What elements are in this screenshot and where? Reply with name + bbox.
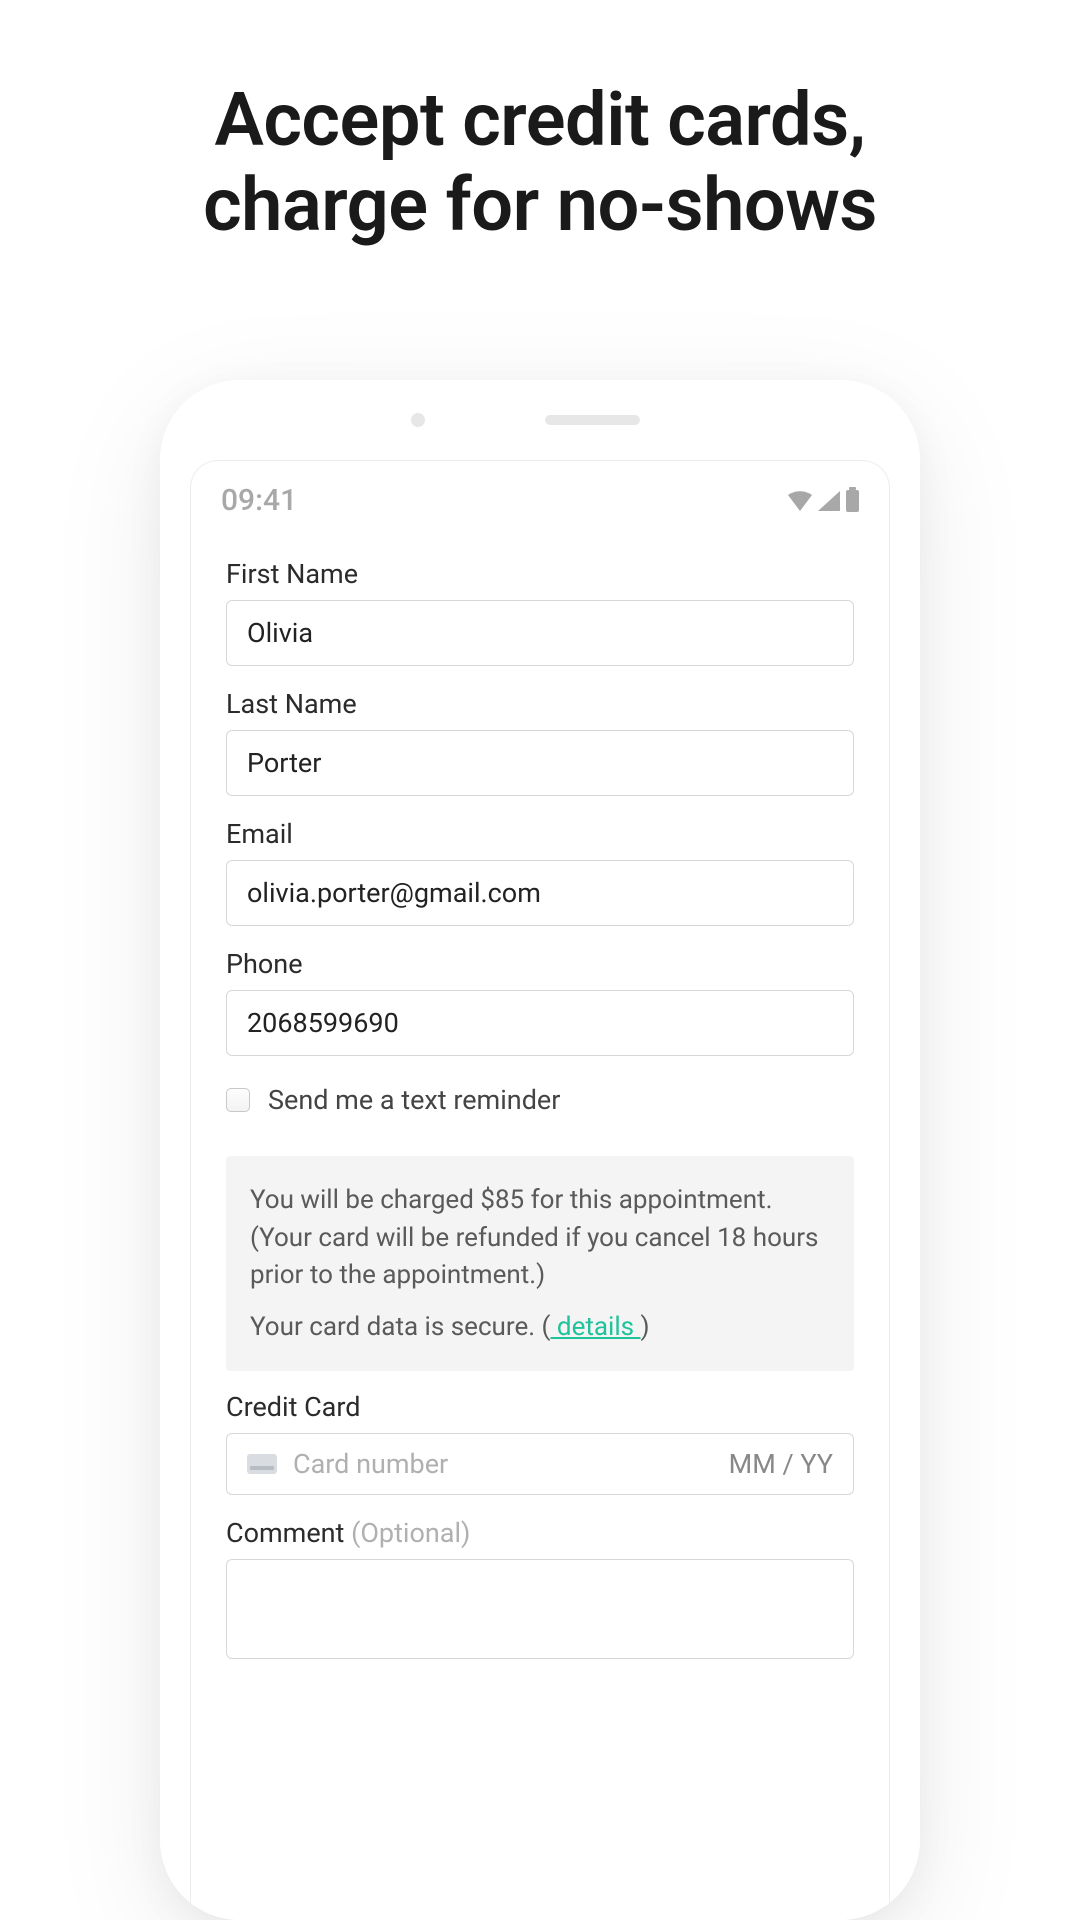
email-label: Email bbox=[226, 818, 854, 850]
secure-text-suffix: ) bbox=[641, 1312, 650, 1342]
cell-signal-icon bbox=[818, 491, 840, 511]
phone-hardware-top bbox=[160, 380, 920, 460]
card-expiry-placeholder[interactable]: MM / YY bbox=[729, 1448, 833, 1480]
battery-icon bbox=[846, 490, 859, 512]
credit-card-input-row[interactable]: MM / YY bbox=[226, 1433, 854, 1495]
comment-field: Comment (Optional) bbox=[226, 1517, 854, 1659]
comment-label-text: Comment bbox=[226, 1517, 351, 1549]
phone-speaker-slot bbox=[545, 415, 640, 425]
headline-line-2: charge for no-shows bbox=[0, 163, 1080, 248]
wifi-icon bbox=[788, 491, 812, 511]
first-name-field: First Name bbox=[226, 558, 854, 666]
booking-form: First Name Last Name Email Phone Send me… bbox=[191, 528, 889, 1659]
credit-card-label: Credit Card bbox=[226, 1391, 854, 1423]
text-reminder-row[interactable]: Send me a text reminder bbox=[226, 1084, 854, 1116]
last-name-input[interactable] bbox=[226, 730, 854, 796]
card-icon bbox=[247, 1454, 277, 1474]
email-input[interactable] bbox=[226, 860, 854, 926]
text-reminder-checkbox[interactable] bbox=[226, 1088, 250, 1112]
secure-text-prefix: Your card data is secure. ( bbox=[250, 1312, 550, 1342]
headline-line-1: Accept credit cards, bbox=[0, 78, 1080, 163]
status-icons bbox=[788, 490, 859, 512]
text-reminder-label: Send me a text reminder bbox=[268, 1084, 560, 1116]
phone-field: Phone bbox=[226, 948, 854, 1056]
phone-input[interactable] bbox=[226, 990, 854, 1056]
credit-card-field: Credit Card MM / YY bbox=[226, 1391, 854, 1495]
phone-label: Phone bbox=[226, 948, 854, 980]
payment-info-box: You will be charged $85 for this appoint… bbox=[226, 1156, 854, 1371]
comment-label: Comment (Optional) bbox=[226, 1517, 854, 1549]
card-number-input[interactable] bbox=[293, 1448, 713, 1480]
phone-camera-dot bbox=[411, 413, 425, 427]
phone-screen: 09:41 First Name Last Name E bbox=[190, 460, 890, 1920]
first-name-label: First Name bbox=[226, 558, 854, 590]
phone-mockup: 09:41 First Name Last Name E bbox=[160, 380, 920, 1920]
last-name-label: Last Name bbox=[226, 688, 854, 720]
last-name-field: Last Name bbox=[226, 688, 854, 796]
status-bar: 09:41 bbox=[191, 461, 889, 528]
comment-input[interactable] bbox=[226, 1559, 854, 1659]
status-time: 09:41 bbox=[221, 483, 297, 518]
details-link[interactable]: details bbox=[550, 1312, 640, 1342]
comment-optional-text: (Optional) bbox=[351, 1517, 470, 1549]
email-field: Email bbox=[226, 818, 854, 926]
first-name-input[interactable] bbox=[226, 600, 854, 666]
marketing-headline: Accept credit cards, charge for no-shows bbox=[0, 0, 1080, 248]
payment-info-line-1: You will be charged $85 for this appoint… bbox=[250, 1182, 830, 1295]
payment-info-line-2: Your card data is secure. ( details ) bbox=[250, 1309, 830, 1347]
